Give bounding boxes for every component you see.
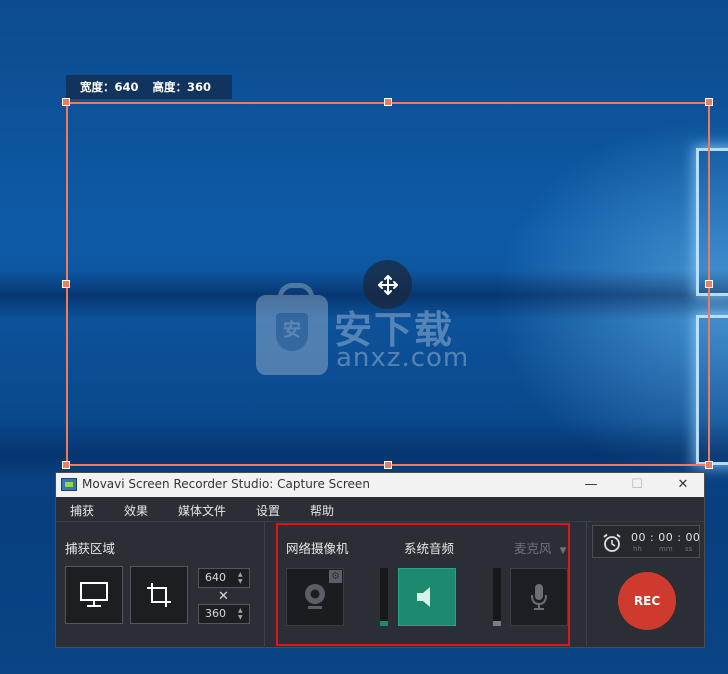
menu-media-files[interactable]: 媒体文件	[178, 502, 226, 519]
menu-help[interactable]: 帮助	[310, 502, 334, 519]
width-input[interactable]: 640 ▲ ▼	[198, 568, 250, 588]
capture-area-label: 捕获区域	[65, 541, 116, 556]
resize-handle-top-right[interactable]	[705, 98, 713, 106]
width-value: 640	[205, 571, 226, 584]
menu-settings[interactable]: 设置	[256, 502, 280, 519]
resize-handle-bottom-right[interactable]	[705, 461, 713, 469]
resize-handle-top[interactable]	[384, 98, 392, 106]
width-stepper-icon[interactable]: ▲ ▼	[238, 571, 246, 585]
maximize-button[interactable]: ☐	[614, 473, 660, 497]
crop-icon	[147, 583, 171, 607]
close-button[interactable]: ✕	[660, 473, 706, 497]
menu-capture[interactable]: 捕获	[70, 502, 94, 519]
custom-area-button[interactable]	[130, 566, 188, 624]
height-value: 360	[205, 607, 226, 620]
resize-handle-right[interactable]	[705, 280, 713, 288]
move-arrows-icon	[377, 274, 398, 295]
dimension-times-icon: ✕	[218, 589, 229, 604]
timer-unit-seconds: ss	[685, 545, 693, 553]
section-divider	[586, 522, 587, 648]
timer-separator: :	[650, 531, 655, 544]
fullscreen-capture-button[interactable]	[65, 566, 123, 624]
resize-handle-bottom[interactable]	[384, 461, 392, 469]
highlight-annotation-box	[276, 523, 570, 646]
timer-units: hh mm ss	[633, 545, 711, 553]
move-capture-button[interactable]	[363, 260, 412, 309]
timer-panel[interactable]: 00 : 00 : 00 hh mm ss	[592, 525, 700, 558]
monitor-icon	[80, 582, 108, 607]
app-logo-icon	[61, 478, 77, 491]
menu-bar: 捕获 效果 媒体文件 设置 帮助	[56, 497, 704, 522]
resize-handle-left[interactable]	[62, 280, 70, 288]
resize-handle-bottom-left[interactable]	[62, 461, 70, 469]
section-divider	[264, 522, 265, 648]
minimize-button[interactable]: —	[568, 473, 614, 497]
record-button[interactable]: REC	[618, 572, 676, 630]
window-titlebar[interactable]: Movavi Screen Recorder Studio: Capture S…	[56, 473, 704, 497]
timer-hours: 00	[631, 531, 646, 544]
timer-minutes: 00	[658, 531, 674, 544]
capture-width-label: 宽度：640	[80, 80, 139, 94]
window-title: Movavi Screen Recorder Studio: Capture S…	[82, 477, 370, 491]
timer-seconds: 00	[685, 531, 701, 544]
height-input[interactable]: 360 ▲ ▼	[198, 604, 250, 624]
height-stepper-icon[interactable]: ▲ ▼	[238, 607, 246, 621]
timer-unit-hours: hh	[633, 545, 642, 553]
menu-effects[interactable]: 效果	[124, 502, 148, 519]
alarm-clock-icon	[603, 533, 621, 552]
timer-unit-minutes: mm	[659, 545, 673, 553]
resize-handle-top-left[interactable]	[62, 98, 70, 106]
timer-readout: 00 : 00 : 00	[631, 531, 700, 544]
timer-separator: :	[677, 531, 682, 544]
capture-size-label: 宽度：640 高度：360	[66, 75, 232, 99]
capture-height-label: 高度：360	[152, 80, 212, 94]
